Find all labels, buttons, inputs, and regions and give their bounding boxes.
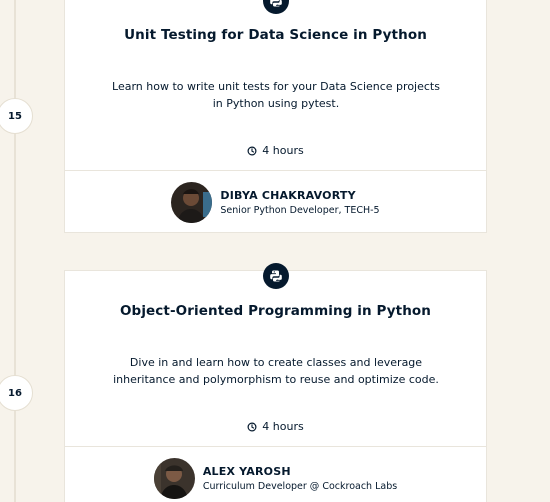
course-card-body[interactable]: Unit Testing for Data Science in Python …: [65, 0, 486, 171]
step-number-15: 15: [0, 98, 33, 134]
course-description: Learn how to write unit tests for your D…: [112, 80, 440, 110]
course-card-oop[interactable]: Object-Oriented Programming in Python Di…: [64, 263, 487, 502]
author-avatar[interactable]: [153, 457, 195, 499]
author-name[interactable]: DIBYA CHAKRAVORTY: [220, 189, 379, 202]
python-icon: [262, 263, 289, 289]
clock-icon: [247, 421, 257, 432]
author-avatar[interactable]: [171, 181, 213, 223]
python-icon: [262, 0, 289, 14]
clock-icon: [247, 145, 257, 156]
course-duration: 4 hours: [65, 420, 486, 433]
step-number-label: 15: [8, 110, 22, 122]
step-number-label: 16: [8, 387, 22, 399]
author-name[interactable]: ALEX YAROSH: [203, 465, 397, 478]
author-info[interactable]: DIBYA CHAKRAVORTY Senior Python Develope…: [65, 171, 486, 233]
course-card-unit-testing[interactable]: Unit Testing for Data Science in Python …: [64, 0, 487, 233]
course-duration: 4 hours: [65, 144, 486, 157]
course-card-body[interactable]: Object-Oriented Programming in Python Di…: [65, 263, 486, 447]
author-info[interactable]: ALEX YAROSH Curriculum Developer @ Cockr…: [65, 447, 486, 502]
course-title[interactable]: Object-Oriented Programming in Python: [65, 303, 486, 319]
author-role: Senior Python Developer, TECH-5: [220, 204, 380, 216]
timeline-line: [14, 0, 16, 502]
course-description: Dive in and learn how to create classes …: [113, 356, 439, 386]
step-number-16: 16: [0, 375, 33, 411]
course-title[interactable]: Unit Testing for Data Science in Python: [65, 27, 486, 43]
author-role: Curriculum Developer @ Cockroach Labs: [202, 480, 398, 492]
duration-label: 4 hours: [262, 420, 304, 433]
duration-label: 4 hours: [262, 144, 304, 157]
